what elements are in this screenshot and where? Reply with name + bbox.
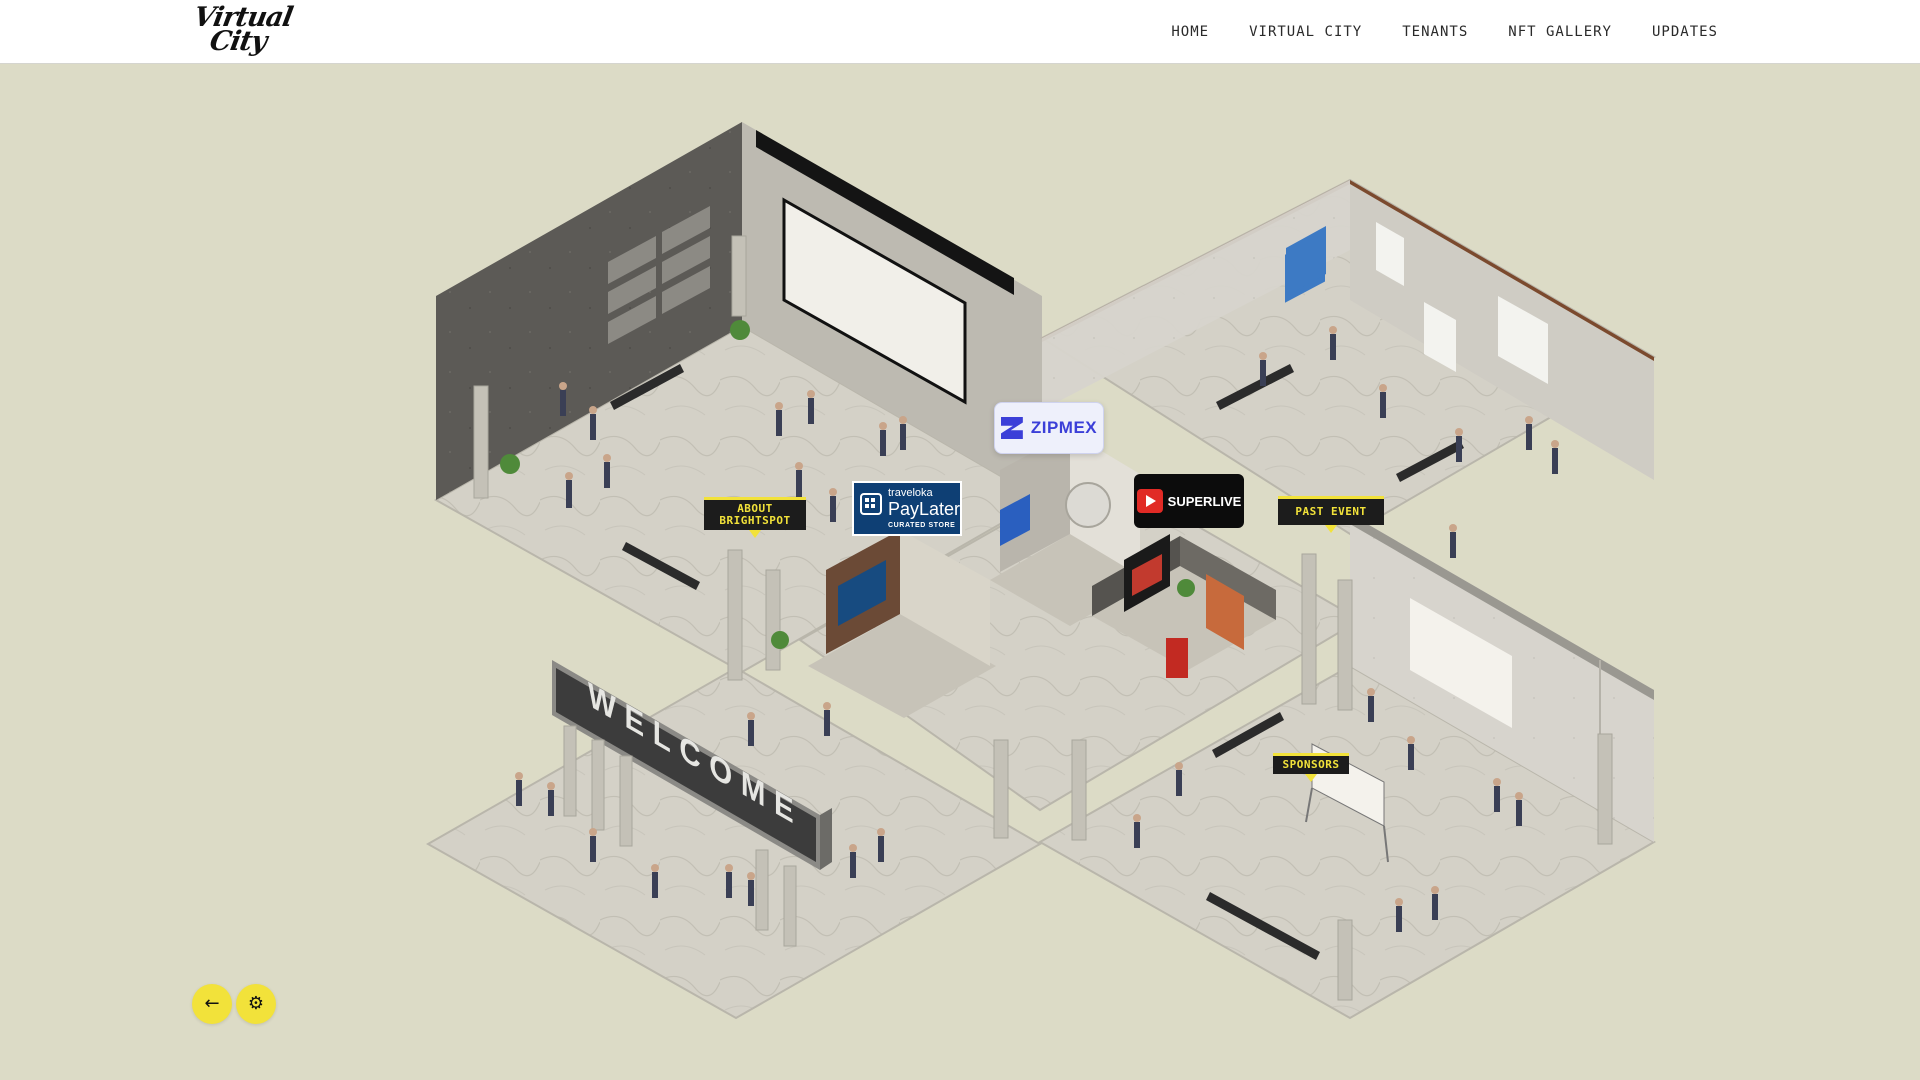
map-illustration: WELCOME <box>425 122 1656 1020</box>
zipmex-label: ZIPMEX <box>1030 418 1098 437</box>
nav-virtual-city[interactable]: VIRTUAL CITY <box>1249 24 1362 40</box>
site-header: Virtual City HOME VIRTUAL CITY TENANTS N… <box>0 0 1920 64</box>
zipmex-logo-icon <box>1000 417 1023 439</box>
nav-nft-gallery[interactable]: NFT GALLERY <box>1508 24 1612 40</box>
paylater-subtitle: CURATED STORE <box>888 522 956 529</box>
paylater-brand: traveloka <box>888 487 933 499</box>
tag-sponsors[interactable]: SPONSORS <box>1273 753 1349 782</box>
tag-about-brightspot[interactable]: ABOUT BRIGHTSPOT <box>704 497 806 538</box>
nav-home[interactable]: HOME <box>1171 24 1209 40</box>
settings-button[interactable]: ⚙ <box>236 984 276 1024</box>
isometric-city-map[interactable]: WELCOME ABOUT BRIGHTSPOT PAST EVENT SPON… <box>0 63 1920 1080</box>
traveloka-paylater-badge[interactable]: traveloka PayLater CURATED STORE <box>852 481 962 536</box>
nav-tenants[interactable]: TENANTS <box>1402 24 1468 40</box>
play-icon <box>1136 489 1163 513</box>
logo[interactable]: Virtual City <box>191 2 294 60</box>
nav-updates[interactable]: UPDATES <box>1652 24 1718 40</box>
arrow-left-icon: ← <box>204 993 220 1014</box>
tag-past-event[interactable]: PAST EVENT <box>1278 496 1384 533</box>
gear-icon: ⚙ <box>247 993 265 1014</box>
superlive-badge[interactable]: SUPERLIVE <box>1134 474 1244 528</box>
main-nav: HOME VIRTUAL CITY TENANTS NFT GALLERY UP… <box>1171 0 1718 63</box>
superlive-label: SUPERLIVE <box>1167 493 1242 509</box>
back-button[interactable]: ← <box>192 984 232 1024</box>
calendar-icon <box>860 493 882 515</box>
zipmex-badge[interactable]: ZIPMEX <box>994 402 1104 454</box>
logo-line-2: City <box>207 26 269 57</box>
paylater-name: PayLater <box>888 499 961 519</box>
